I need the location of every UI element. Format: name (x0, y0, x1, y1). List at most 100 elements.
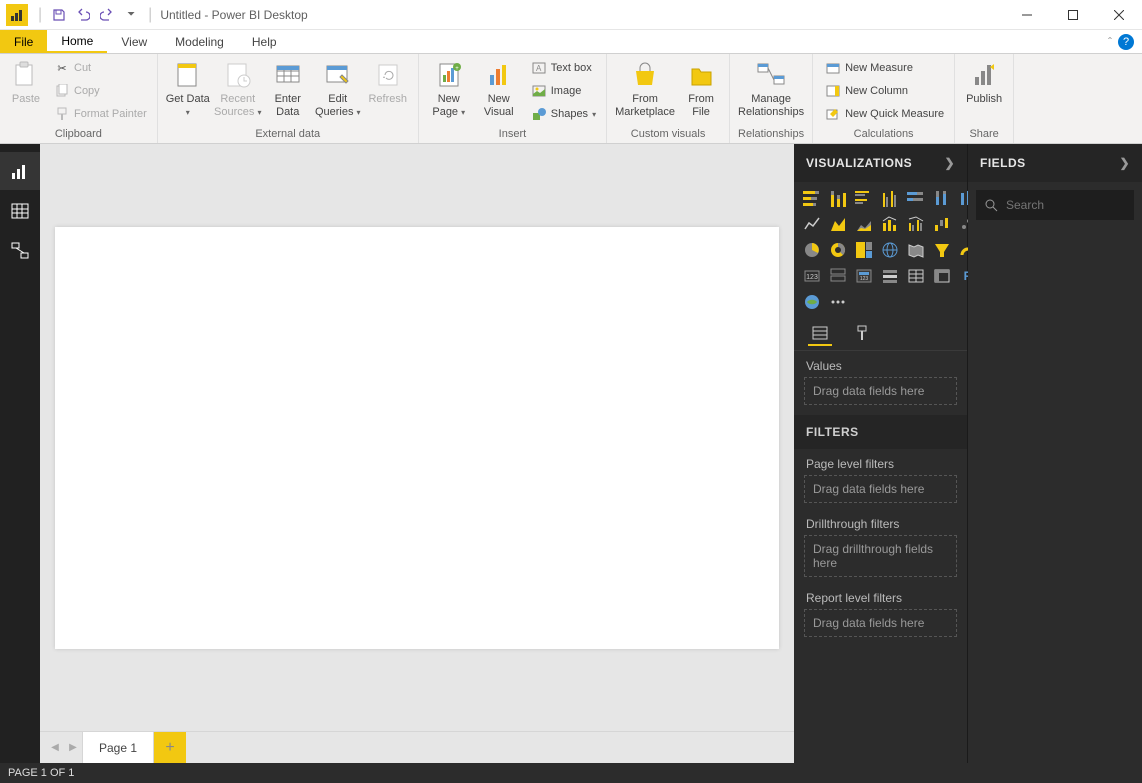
cut-icon: ✂ (54, 60, 70, 76)
data-view-button[interactable] (0, 192, 40, 230)
column-icon (825, 83, 841, 99)
manage-relationships-button[interactable]: Manage Relationships (736, 57, 806, 119)
tab-home[interactable]: Home (47, 30, 107, 53)
svg-text:123: 123 (860, 276, 869, 282)
recent-sources-button[interactable]: Recent Sources ▾ (214, 57, 262, 119)
filled-map-icon[interactable] (906, 240, 926, 260)
refresh-button[interactable]: Refresh (364, 57, 412, 106)
donut-chart-icon[interactable] (828, 240, 848, 260)
publish-icon (968, 59, 1000, 91)
funnel-icon[interactable] (932, 240, 952, 260)
visualizations-header[interactable]: VISUALIZATIONS ❯ (794, 144, 967, 182)
line-chart-icon[interactable] (802, 214, 822, 234)
page-prev-button[interactable]: ◀ (46, 739, 64, 757)
new-measure-button[interactable]: New Measure (821, 57, 948, 79)
new-page-button[interactable]: +New Page ▾ (425, 57, 473, 119)
quick-access-toolbar: ⏷ (46, 6, 144, 24)
report-view-button[interactable] (0, 152, 40, 190)
text-box-button[interactable]: AText box (527, 57, 600, 79)
svg-text:123: 123 (806, 274, 818, 281)
table-icon[interactable] (906, 266, 926, 286)
publish-button[interactable]: Publish (961, 57, 1007, 106)
custom-visual-more-icon[interactable] (828, 292, 848, 312)
tab-help[interactable]: Help (238, 30, 291, 53)
model-view-button[interactable] (0, 232, 40, 270)
page-filters-drop-zone[interactable]: Drag data fields here (804, 475, 957, 503)
line-stacked-column-icon[interactable] (880, 214, 900, 234)
fields-search[interactable] (976, 190, 1134, 220)
slicer-icon[interactable] (880, 266, 900, 286)
clustered-column-icon[interactable] (880, 188, 900, 208)
save-icon[interactable] (50, 6, 68, 24)
fields-header[interactable]: FIELDS ❯ (968, 144, 1142, 182)
drillthrough-drop-zone[interactable]: Drag drillthrough fields here (804, 535, 957, 577)
enter-data-button[interactable]: Enter Data (264, 57, 312, 119)
search-input[interactable] (1006, 198, 1126, 212)
clustered-bar-icon[interactable] (854, 188, 874, 208)
group-custom-visuals: From Marketplace From File Custom visual… (607, 54, 730, 143)
card-icon[interactable]: 123 (802, 266, 822, 286)
get-data-button[interactable]: Get Data ▾ (164, 57, 212, 119)
redo-icon[interactable] (98, 6, 116, 24)
new-visual-button[interactable]: New Visual (475, 57, 523, 119)
treemap-icon[interactable] (854, 240, 874, 260)
from-file-button[interactable]: From File (679, 57, 723, 119)
matrix-icon[interactable] (932, 266, 952, 286)
map-icon[interactable] (880, 240, 900, 260)
maximize-button[interactable] (1050, 0, 1096, 30)
copy-button[interactable]: Copy (50, 80, 151, 102)
report-filters-drop-zone[interactable]: Drag data fields here (804, 609, 957, 637)
enter-data-icon (272, 59, 304, 91)
qat-dropdown-icon[interactable]: ⏷ (122, 6, 140, 24)
edit-queries-button[interactable]: Edit Queries ▾ (314, 57, 362, 119)
close-button[interactable] (1096, 0, 1142, 30)
stacked-bar-icon[interactable] (802, 188, 822, 208)
new-column-button[interactable]: New Column (821, 80, 948, 102)
stacked-column-icon[interactable] (828, 188, 848, 208)
format-tab[interactable] (850, 322, 874, 346)
hundred-stacked-column-icon[interactable] (932, 188, 952, 208)
hundred-stacked-bar-icon[interactable] (906, 188, 926, 208)
from-marketplace-button[interactable]: From Marketplace (613, 57, 677, 119)
status-text: PAGE 1 OF 1 (8, 767, 74, 779)
tab-view[interactable]: View (107, 30, 161, 53)
line-clustered-column-icon[interactable] (906, 214, 926, 234)
group-share: Publish Share (955, 54, 1014, 143)
tab-file[interactable]: File (0, 30, 47, 53)
page-tab-1[interactable]: Page 1 (82, 732, 154, 764)
paste-button[interactable]: Paste (6, 57, 46, 106)
values-drop-zone[interactable]: Drag data fields here (804, 377, 957, 405)
new-quick-measure-button[interactable]: New Quick Measure (821, 103, 948, 125)
waterfall-icon[interactable] (932, 214, 952, 234)
group-external-data: Get Data ▾ Recent Sources ▾ Enter Data E… (158, 54, 419, 143)
report-filters-label: Report level filters (794, 583, 967, 609)
file-icon (685, 59, 717, 91)
add-page-button[interactable]: + (154, 732, 186, 764)
image-button[interactable]: Image (527, 80, 600, 102)
values-label: Values (794, 351, 967, 377)
report-canvas[interactable] (55, 227, 779, 649)
tab-modeling[interactable]: Modeling (161, 30, 238, 53)
fields-tab[interactable] (808, 322, 832, 346)
group-label: Share (961, 126, 1007, 143)
drillthrough-filters-label: Drillthrough filters (794, 509, 967, 535)
format-painter-button[interactable]: Format Painter (50, 103, 151, 125)
search-icon (984, 198, 998, 212)
stacked-area-icon[interactable] (854, 214, 874, 234)
group-relationships: Manage Relationships Relationships (730, 54, 813, 143)
help-icon[interactable]: ? (1118, 34, 1134, 50)
arcgis-icon[interactable] (802, 292, 822, 312)
collapse-ribbon-icon[interactable]: ˆ (1108, 35, 1112, 49)
relationships-icon (755, 59, 787, 91)
area-chart-icon[interactable] (828, 214, 848, 234)
page-next-button[interactable]: ▶ (64, 739, 82, 757)
kpi-icon[interactable]: 123 (854, 266, 874, 286)
minimize-button[interactable] (1004, 0, 1050, 30)
shapes-button[interactable]: Shapes ▾ (527, 103, 600, 125)
pie-chart-icon[interactable] (802, 240, 822, 260)
cut-button[interactable]: ✂Cut (50, 57, 151, 79)
new-visual-icon (483, 59, 515, 91)
multi-row-card-icon[interactable] (828, 266, 848, 286)
undo-icon[interactable] (74, 6, 92, 24)
window-controls (1004, 0, 1142, 30)
